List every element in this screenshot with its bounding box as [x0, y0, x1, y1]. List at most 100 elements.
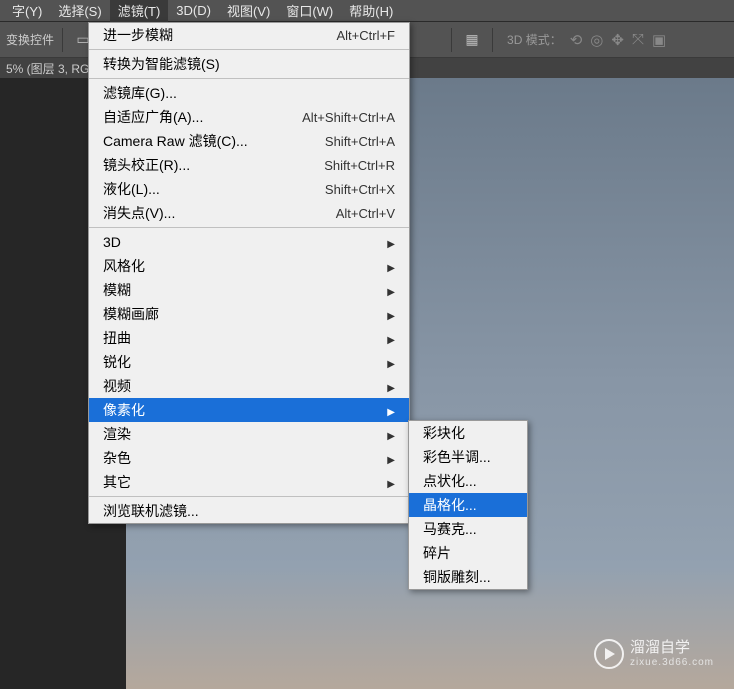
menu-item-label: 液化(L)... — [103, 179, 160, 199]
menu-type[interactable]: 字(Y) — [4, 0, 50, 22]
menu-other[interactable]: 其它 — [89, 470, 409, 494]
submenu-arrow-icon — [387, 234, 395, 250]
menu-item-label: 3D — [103, 234, 121, 250]
menu-item-label: 滤镜库(G)... — [103, 83, 177, 103]
menu-distort[interactable]: 扭曲 — [89, 326, 409, 350]
menu-item-shortcut: Shift+Ctrl+A — [325, 134, 395, 149]
separator — [451, 28, 452, 52]
camera-icon[interactable]: ▣ — [652, 31, 666, 49]
menu-3d[interactable]: 3D(D) — [168, 1, 219, 20]
orbit-camera-icon[interactable]: ◎ — [590, 31, 603, 49]
menu-liquify[interactable]: 液化(L)... Shift+Ctrl+X — [89, 177, 409, 201]
menu-view[interactable]: 视图(V) — [219, 0, 278, 22]
submenu-arrow-icon — [387, 258, 395, 274]
watermark: 溜溜自学 zixue.3d66.com — [594, 639, 714, 669]
play-icon — [594, 639, 624, 669]
menu-render[interactable]: 渲染 — [89, 422, 409, 446]
menu-item-label: 扭曲 — [103, 328, 131, 348]
menu-lens-correction[interactable]: 镜头校正(R)... Shift+Ctrl+R — [89, 153, 409, 177]
grid-icon[interactable]: ▦ — [460, 28, 484, 52]
menu-item-label: 彩色半调... — [423, 447, 491, 467]
menu-item-shortcut: Shift+Ctrl+X — [325, 182, 395, 197]
menu-item-label: 模糊画廊 — [103, 304, 159, 324]
menu-item-label: 模糊 — [103, 280, 131, 300]
menu-item-label: 视频 — [103, 376, 131, 396]
menu-sharpen[interactable]: 锐化 — [89, 350, 409, 374]
menu-separator — [89, 496, 409, 497]
submenu-arrow-icon — [387, 450, 395, 466]
menu-pixelate[interactable]: 像素化 — [89, 398, 409, 422]
menu-item-label: 彩块化 — [423, 423, 465, 443]
menu-item-label: 转换为智能滤镜(S) — [103, 54, 220, 74]
menu-separator — [89, 227, 409, 228]
submenu-fragment[interactable]: 碎片 — [409, 541, 527, 565]
watermark-url: zixue.3d66.com — [630, 657, 714, 668]
document-title: 5% (图层 3, RG — [6, 60, 89, 77]
menu-filter[interactable]: 滤镜(T) — [110, 0, 169, 22]
menu-filter-gallery[interactable]: 滤镜库(G)... — [89, 81, 409, 105]
orbit-icon[interactable]: ⟲ — [570, 31, 583, 49]
menu-recent-filter[interactable]: 进一步模糊 Alt+Ctrl+F — [89, 23, 409, 47]
separator — [62, 28, 63, 52]
menu-video[interactable]: 视频 — [89, 374, 409, 398]
menu-item-label: 其它 — [103, 472, 131, 492]
menu-item-label: 风格化 — [103, 256, 145, 276]
menubar: 字(Y) 选择(S) 滤镜(T) 3D(D) 视图(V) 窗口(W) 帮助(H) — [0, 0, 734, 22]
menu-item-shortcut: Alt+Ctrl+V — [336, 206, 395, 221]
menu-browse-online[interactable]: 浏览联机滤镜... — [89, 499, 409, 523]
transform-controls-label: 变换控件 — [6, 31, 54, 48]
submenu-arrow-icon — [387, 282, 395, 298]
menu-item-label: 马赛克... — [423, 519, 477, 539]
menu-smart-filter[interactable]: 转换为智能滤镜(S) — [89, 52, 409, 76]
menu-item-shortcut: Alt+Shift+Ctrl+A — [302, 110, 395, 125]
menu-separator — [89, 78, 409, 79]
menu-item-label: 自适应广角(A)... — [103, 107, 203, 127]
submenu-mezzotint[interactable]: 铜版雕刻... — [409, 565, 527, 589]
menu-item-label: 浏览联机滤镜... — [103, 501, 199, 521]
mode3d-label: 3D 模式： — [501, 31, 562, 48]
menu-item-shortcut: Shift+Ctrl+R — [324, 158, 395, 173]
submenu-arrow-icon — [387, 378, 395, 394]
menu-item-label: 杂色 — [103, 448, 131, 468]
menu-help[interactable]: 帮助(H) — [341, 0, 401, 22]
submenu-arrow-icon — [387, 354, 395, 370]
menu-vanishing-point[interactable]: 消失点(V)... Alt+Ctrl+V — [89, 201, 409, 225]
filter-menu: 进一步模糊 Alt+Ctrl+F 转换为智能滤镜(S) 滤镜库(G)... 自适… — [88, 22, 410, 524]
mode3d-icons[interactable]: ⟲ ◎ ✥ ⤧ ▣ — [570, 31, 666, 49]
menu-item-label: 铜版雕刻... — [423, 567, 491, 587]
menu-item-label: 锐化 — [103, 352, 131, 372]
menu-item-shortcut: Alt+Ctrl+F — [336, 28, 395, 43]
menu-blur-gallery[interactable]: 模糊画廊 — [89, 302, 409, 326]
submenu-pointillize[interactable]: 点状化... — [409, 469, 527, 493]
menu-select[interactable]: 选择(S) — [50, 0, 109, 22]
menu-separator — [89, 49, 409, 50]
menu-item-label: 像素化 — [103, 400, 145, 420]
move-icon[interactable]: ✥ — [611, 31, 624, 49]
menu-item-label: 点状化... — [423, 471, 477, 491]
menu-camera-raw[interactable]: Camera Raw 滤镜(C)... Shift+Ctrl+A — [89, 129, 409, 153]
menu-item-label: 镜头校正(R)... — [103, 155, 190, 175]
submenu-arrow-icon — [387, 330, 395, 346]
menu-item-label: 碎片 — [423, 543, 451, 563]
separator — [492, 28, 493, 52]
submenu-arrow-icon — [387, 474, 395, 490]
menu-item-label: 消失点(V)... — [103, 203, 175, 223]
menu-item-label: 渲染 — [103, 424, 131, 444]
submenu-arrow-icon — [387, 426, 395, 442]
pixelate-submenu: 彩块化 彩色半调... 点状化... 晶格化... 马赛克... 碎片 铜版雕刻… — [408, 420, 528, 590]
menu-window[interactable]: 窗口(W) — [278, 0, 341, 22]
submenu-color-halftone[interactable]: 彩色半调... — [409, 445, 527, 469]
submenu-crystallize[interactable]: 晶格化... — [409, 493, 527, 517]
submenu-facet[interactable]: 彩块化 — [409, 421, 527, 445]
menu-blur[interactable]: 模糊 — [89, 278, 409, 302]
submenu-mosaic[interactable]: 马赛克... — [409, 517, 527, 541]
menu-item-label: 晶格化... — [423, 495, 477, 515]
menu-noise[interactable]: 杂色 — [89, 446, 409, 470]
menu-item-label: Camera Raw 滤镜(C)... — [103, 131, 248, 151]
scale-icon[interactable]: ⤧ — [632, 31, 644, 48]
menu-adaptive-wide[interactable]: 自适应广角(A)... Alt+Shift+Ctrl+A — [89, 105, 409, 129]
submenu-arrow-icon — [387, 306, 395, 322]
menu-stylize[interactable]: 风格化 — [89, 254, 409, 278]
menu-3d-sub[interactable]: 3D — [89, 230, 409, 254]
watermark-brand: 溜溜自学 — [630, 640, 714, 657]
